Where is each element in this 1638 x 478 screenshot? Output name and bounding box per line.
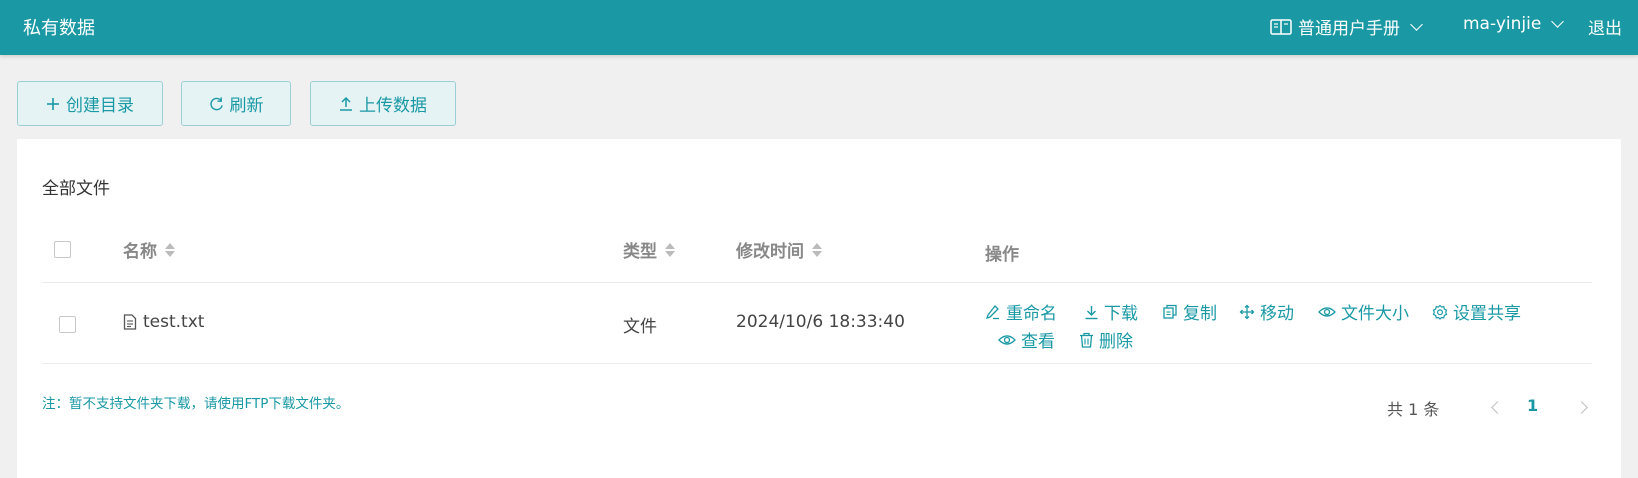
upload-data-label: 上传数据 [359,96,427,116]
upload-icon [340,96,352,111]
column-header-name-label: 名称 [123,242,157,262]
move-action[interactable]: 移动 [1239,299,1294,324]
trash-icon [1080,332,1093,348]
sort-icon[interactable] [165,242,175,257]
refresh-icon [209,97,223,111]
select-all-checkbox[interactable] [54,241,71,258]
edit-icon [985,304,999,319]
pagination-next-icon[interactable] [1575,401,1588,414]
download-icon [1085,305,1098,319]
header-divider [42,282,1592,283]
download-action[interactable]: 下载 [1084,299,1138,324]
top-bar: 私有数据 普通用户手册 ma-yinjie 退出 [0,0,1638,55]
file-list-panel: 全部文件 名称 类型 修改时间 操作 test.txt 文件 2024/10/6… [17,139,1621,478]
pagination-total: 共 1 条 [1387,400,1440,419]
view-label: 查看 [1021,332,1055,352]
file-size-label: 文件大小 [1341,304,1409,324]
rename-label: 重命名 [1006,304,1057,324]
delete-label: 删除 [1099,332,1133,352]
move-label: 移动 [1260,304,1294,324]
user-manual-menu[interactable]: 普通用户手册 [1270,14,1423,39]
plus-icon [47,97,59,110]
copy-icon [1163,304,1177,319]
column-header-modified[interactable]: 修改时间 [736,237,822,262]
chevron-down-icon [1551,15,1565,28]
column-header-actions: 操作 [985,240,1019,265]
create-directory-button[interactable]: 创建目录 [17,81,163,126]
rename-action[interactable]: 重命名 [985,299,1057,324]
refresh-label: 刷新 [229,96,264,116]
upload-data-button[interactable]: 上传数据 [310,81,456,126]
sort-icon[interactable] [812,242,822,257]
section-title: 全部文件 [42,179,110,199]
file-type: 文件 [623,317,657,337]
share-settings-action[interactable]: 设置共享 [1432,299,1521,324]
eye-icon [998,334,1016,345]
column-header-modified-label: 修改时间 [736,242,804,262]
copy-action[interactable]: 复制 [1162,299,1217,324]
page-title: 私有数据 [23,18,95,39]
view-action[interactable]: 查看 [998,327,1055,352]
user-menu[interactable]: ma-yinjie [1463,14,1565,34]
download-note: 注：暂不支持文件夹下载，请使用FTP下载文件夹。 [42,396,350,412]
delete-action[interactable]: 删除 [1079,327,1133,352]
sort-icon[interactable] [665,242,675,257]
user-manual-label: 普通用户手册 [1298,19,1400,39]
share-settings-label: 设置共享 [1453,304,1521,324]
file-name: test.txt [143,312,205,332]
file-size-action[interactable]: 文件大小 [1318,299,1409,324]
refresh-button[interactable]: 刷新 [181,81,291,126]
file-modified-time: 2024/10/6 18:33:40 [736,312,905,332]
chevron-down-icon [1410,17,1423,31]
column-header-name[interactable]: 名称 [123,237,175,262]
column-header-type-label: 类型 [623,242,657,262]
book-icon [1270,18,1292,35]
user-name: ma-yinjie [1463,14,1542,34]
file-icon [123,314,137,330]
file-name-cell[interactable]: test.txt [123,312,204,332]
create-directory-label: 创建目录 [66,96,134,116]
logout-link[interactable]: 退出 [1588,14,1622,39]
column-header-type[interactable]: 类型 [623,237,675,262]
eye-icon [1318,306,1336,317]
pagination-page[interactable]: 1 [1527,396,1538,415]
column-header-actions-label: 操作 [985,245,1019,265]
row-checkbox[interactable] [59,316,76,333]
download-label: 下载 [1104,304,1138,324]
row-divider [42,363,1592,364]
gear-icon [1432,304,1448,320]
copy-label: 复制 [1183,304,1217,324]
pagination-prev-icon[interactable] [1491,401,1504,414]
move-icon [1239,304,1255,319]
